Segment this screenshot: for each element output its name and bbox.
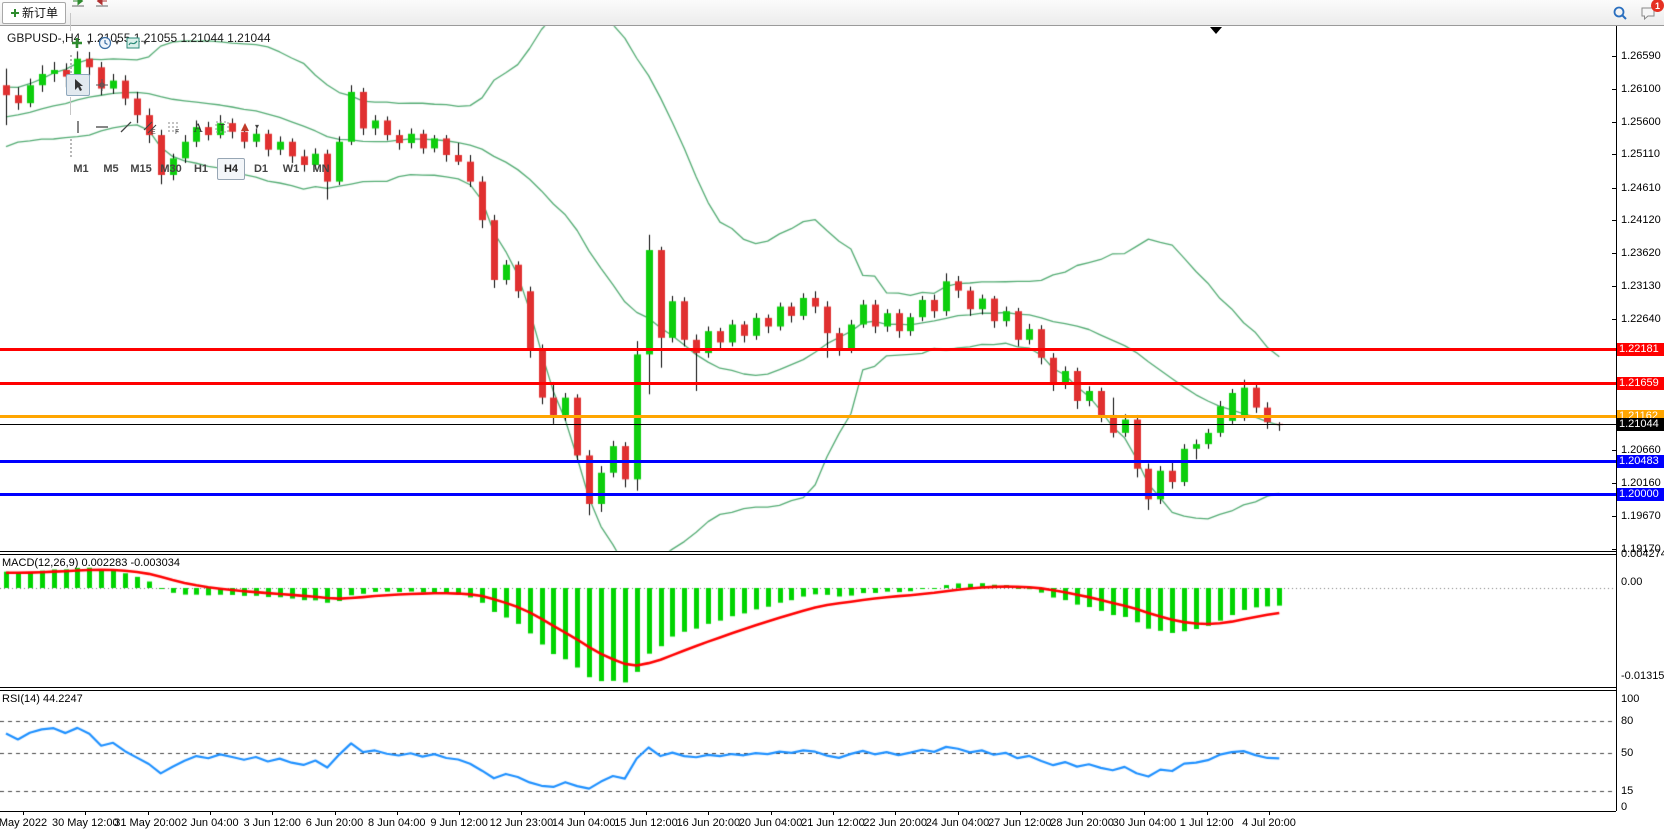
toolbar-grip <box>70 55 77 73</box>
rsi-indicator-label: RSI(14) 44.2247 <box>2 693 83 705</box>
arrows-icon <box>237 119 253 135</box>
templates-button[interactable]: ▾ <box>122 32 150 54</box>
toolbar-group <box>66 0 336 13</box>
cursor-icon <box>70 77 86 93</box>
periods-button[interactable]: ▾ <box>94 32 122 54</box>
rsi-name: RSI(14) <box>2 693 40 705</box>
vertical-line-button[interactable] <box>66 116 90 138</box>
crosshair-icon <box>94 77 110 93</box>
label-button[interactable]: T <box>210 116 234 138</box>
svg-text:E: E <box>151 129 156 135</box>
toolbar: 新订单 自动交易▾▾▾EFAT▾M1M5M15M30H1H4D1W1MN 1 <box>0 0 1664 26</box>
new-order-label: 新订单 <box>22 4 58 21</box>
svg-text:T: T <box>219 123 225 134</box>
macd-indicator-label: MACD(12,26,9) 0.002283 -0.003034 <box>2 557 180 569</box>
cursor-button[interactable] <box>66 74 90 96</box>
chart-shift-button[interactable] <box>90 0 114 12</box>
tf-d1-button[interactable]: D1 <box>247 158 275 180</box>
fibonacci-button[interactable]: F <box>162 116 186 138</box>
text-icon: A <box>190 119 206 135</box>
toolbar-grip <box>70 139 77 157</box>
tf-h1-button[interactable]: H1 <box>187 158 215 180</box>
indicators-icon <box>69 35 85 51</box>
crosshair-button[interactable] <box>90 74 114 96</box>
auto-scroll-icon <box>70 0 86 9</box>
templates-icon <box>125 35 141 51</box>
macd-main-value: 0.002283 <box>81 557 127 569</box>
macd-name: MACD(12,26,9) <box>2 557 78 569</box>
toolbar-group: E F A T ▾ <box>66 115 336 139</box>
search-button[interactable] <box>1608 2 1632 24</box>
periods-icon <box>97 35 113 51</box>
new-order-icon <box>10 5 20 21</box>
horizontal-line-button[interactable] <box>90 116 114 138</box>
tf-m5-button[interactable]: M5 <box>97 158 125 180</box>
dropdown-caret-icon: ▾ <box>255 123 259 131</box>
indicators-button[interactable]: ▾ <box>66 32 94 54</box>
timeframe-group: M1M5M15M30H1H4D1W1MN <box>66 157 336 181</box>
text-button[interactable]: A <box>186 116 210 138</box>
vertical-line-icon <box>70 119 86 135</box>
horizontal-line-icon <box>94 119 110 135</box>
level-line[interactable] <box>0 415 1616 418</box>
auto-scroll-button[interactable] <box>66 0 90 12</box>
search-icon <box>1612 5 1628 21</box>
tf-w1-button[interactable]: W1 <box>277 158 305 180</box>
level-line[interactable] <box>0 424 1616 425</box>
notifications-button[interactable]: 1 <box>1636 2 1660 24</box>
equidistant-channel-button[interactable]: E <box>138 116 162 138</box>
svg-text:F: F <box>175 129 179 135</box>
equidistant-channel-icon: E <box>142 119 158 135</box>
trendline-icon <box>118 119 134 135</box>
level-line[interactable] <box>0 460 1616 463</box>
level-line[interactable] <box>0 348 1616 351</box>
mt4-terminal-window: 新订单 自动交易▾▾▾EFAT▾M1M5M15M30H1H4D1W1MN 1 G… <box>0 0 1664 832</box>
chart-shift-icon <box>94 0 110 9</box>
new-order-group: 新订单 <box>2 1 66 25</box>
toolbar-group <box>66 73 336 97</box>
dropdown-caret-icon: ▾ <box>87 39 91 47</box>
label-icon: T <box>214 119 230 135</box>
tf-m30-button[interactable]: M30 <box>157 158 185 180</box>
tf-mn-button[interactable]: MN <box>307 158 335 180</box>
chart-shift-marker-icon <box>1210 27 1222 34</box>
tf-h4-button[interactable]: H4 <box>217 158 245 180</box>
toolbar-separator <box>70 97 71 115</box>
level-line[interactable] <box>0 493 1616 496</box>
trendline-button[interactable] <box>114 116 138 138</box>
fibonacci-icon: F <box>166 119 182 135</box>
svg-text:A: A <box>194 120 204 135</box>
dropdown-caret-icon: ▾ <box>143 39 147 47</box>
tf-m1-button[interactable]: M1 <box>67 158 95 180</box>
tf-m15-button[interactable]: M15 <box>127 158 155 180</box>
rsi-value: 44.2247 <box>43 693 83 705</box>
dropdown-caret-icon: ▾ <box>115 39 119 47</box>
level-line[interactable] <box>0 382 1616 385</box>
toolbar-right-group: 1 <box>1608 0 1660 26</box>
macd-signal-value: -0.003034 <box>130 557 180 569</box>
toolbar-separator <box>70 13 71 31</box>
toolbar-group: ▾ ▾ ▾ <box>66 31 336 55</box>
arrows-button[interactable]: ▾ <box>234 116 262 138</box>
new-order-button[interactable]: 新订单 <box>2 2 66 24</box>
notification-count-badge: 1 <box>1651 0 1664 12</box>
